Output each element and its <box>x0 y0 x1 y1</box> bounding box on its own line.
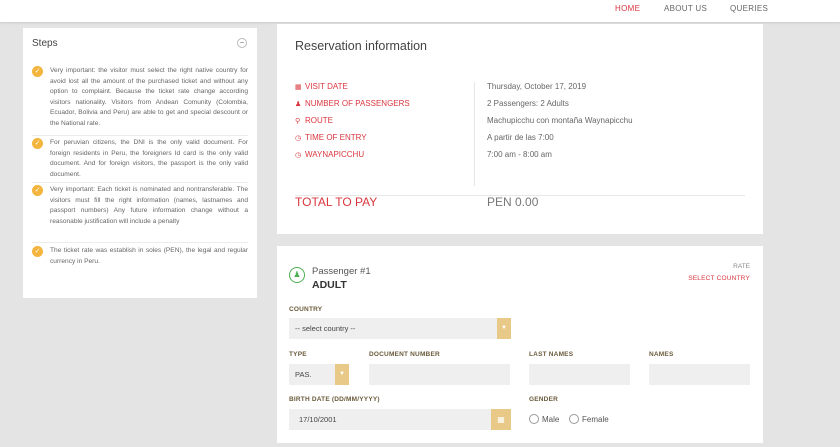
steps-title: Steps <box>32 38 58 49</box>
clock-icon: ◷ <box>295 135 302 142</box>
total-value: PEN 0.00 <box>487 195 539 209</box>
country-select[interactable]: -- select country -- <box>289 318 511 339</box>
step-text: Very important: Each ticket is nominated… <box>50 186 248 225</box>
check-icon: ✓ <box>32 138 43 149</box>
total-label: TOTAL TO PAY <box>295 195 378 209</box>
last-names-input[interactable] <box>529 364 630 385</box>
type-label: TYPE <box>289 351 307 358</box>
clock-icon: ◷ <box>295 152 302 159</box>
nav-home[interactable]: HOME <box>615 4 640 13</box>
reservation-value: 7:00 am - 8:00 am <box>487 150 552 159</box>
reservation-label: ▦ VISIT DATE <box>295 82 348 91</box>
users-icon: ♟ <box>295 101 302 108</box>
gender-female-radio[interactable] <box>569 414 579 424</box>
passenger-panel: ♟ Passenger #1 ADULT RATE SELECT COUNTRY… <box>277 246 763 443</box>
reservation-row: ◷ TIME OF ENTRY A partir de las 7:00 <box>295 133 745 149</box>
gender-label: GENDER <box>529 396 559 403</box>
divider <box>32 242 248 243</box>
reservation-value: 2 Passengers: 2 Adults <box>487 99 569 108</box>
user-icon: ♟ <box>289 267 305 283</box>
passenger-type: ADULT <box>312 279 347 291</box>
chevron-down-icon[interactable]: ▼ <box>335 364 349 385</box>
birth-date-input[interactable]: 17/10/2001 <box>289 409 511 430</box>
passenger-number: Passenger #1 <box>312 266 371 277</box>
rate-label: RATE <box>733 263 750 270</box>
reservation-label: ◷ WAYNAPICCHU <box>295 150 365 159</box>
reservation-label: ⚲ ROUTE <box>295 116 333 125</box>
reservation-label: ♟ NUMBER OF PASSENGERS <box>295 99 410 108</box>
check-icon: ✓ <box>32 185 43 196</box>
steps-panel: Steps − ✓ Very important: the visitor mu… <box>23 28 257 298</box>
divider <box>32 135 248 136</box>
gender-male-label: Male <box>542 415 560 424</box>
nav-queries[interactable]: QUERIES <box>730 4 768 13</box>
step-item: ✓ Very important: Each ticket is nominat… <box>32 185 248 227</box>
step-item: ✓ Very important: the visitor must selec… <box>32 66 248 130</box>
names-label: NAMES <box>649 351 674 358</box>
document-number-input[interactable] <box>369 364 510 385</box>
step-text: The ticket rate was establish in soles (… <box>50 247 248 265</box>
reservation-row: ♟ NUMBER OF PASSENGERS 2 Passengers: 2 Ad… <box>295 99 745 115</box>
divider <box>32 182 248 183</box>
nav-about-us[interactable]: ABOUT US <box>664 4 707 13</box>
top-navbar: HOME ABOUT US QUERIES <box>0 0 840 22</box>
map-marker-icon: ⚲ <box>295 118 301 125</box>
step-text: Very important: the visitor must select … <box>50 67 248 127</box>
step-item: ✓ For peruvian citizens, the DNI is the … <box>32 138 248 180</box>
country-label: COUNTRY <box>289 306 323 313</box>
reservation-row: ▦ VISIT DATE Thursday, October 17, 2019 <box>295 82 745 98</box>
last-names-label: LAST NAMES <box>529 351 574 358</box>
check-icon: ✓ <box>32 66 43 77</box>
reservation-value: Thursday, October 17, 2019 <box>487 82 587 91</box>
reservation-info-panel: Reservation information ▦ VISIT DATE Thur… <box>277 24 763 234</box>
gender-male-radio[interactable] <box>529 414 539 424</box>
reservation-value: A partir de las 7:00 <box>487 133 554 142</box>
select-country-link[interactable]: SELECT COUNTRY <box>688 275 750 282</box>
reservation-row: ⚲ ROUTE Machupicchu con montaña Waynapicc… <box>295 116 745 132</box>
reservation-value: Machupicchu con montaña Waynapicchu <box>487 116 633 125</box>
document-number-label: DOCUMENT NUMBER <box>369 351 440 358</box>
gender-female-label: Female <box>582 415 609 424</box>
reservation-title: Reservation information <box>295 39 428 53</box>
calendar-icon: ▦ <box>295 84 302 91</box>
collapse-icon[interactable]: − <box>237 38 247 48</box>
step-item: ✓ The ticket rate was establish in soles… <box>32 246 248 267</box>
calendar-icon[interactable]: ▦ <box>491 409 511 430</box>
names-input[interactable] <box>649 364 750 385</box>
reservation-label: ◷ TIME OF ENTRY <box>295 133 367 142</box>
chevron-down-icon[interactable]: ▼ <box>497 318 511 339</box>
check-icon: ✓ <box>32 246 43 257</box>
birth-date-label: BIRTH DATE (DD/MM/YYYY) <box>289 396 380 403</box>
reservation-row: ◷ WAYNAPICCHU 7:00 am - 8:00 am <box>295 150 745 166</box>
step-text: For peruvian citizens, the DNI is the on… <box>50 139 248 178</box>
divider <box>474 82 475 186</box>
